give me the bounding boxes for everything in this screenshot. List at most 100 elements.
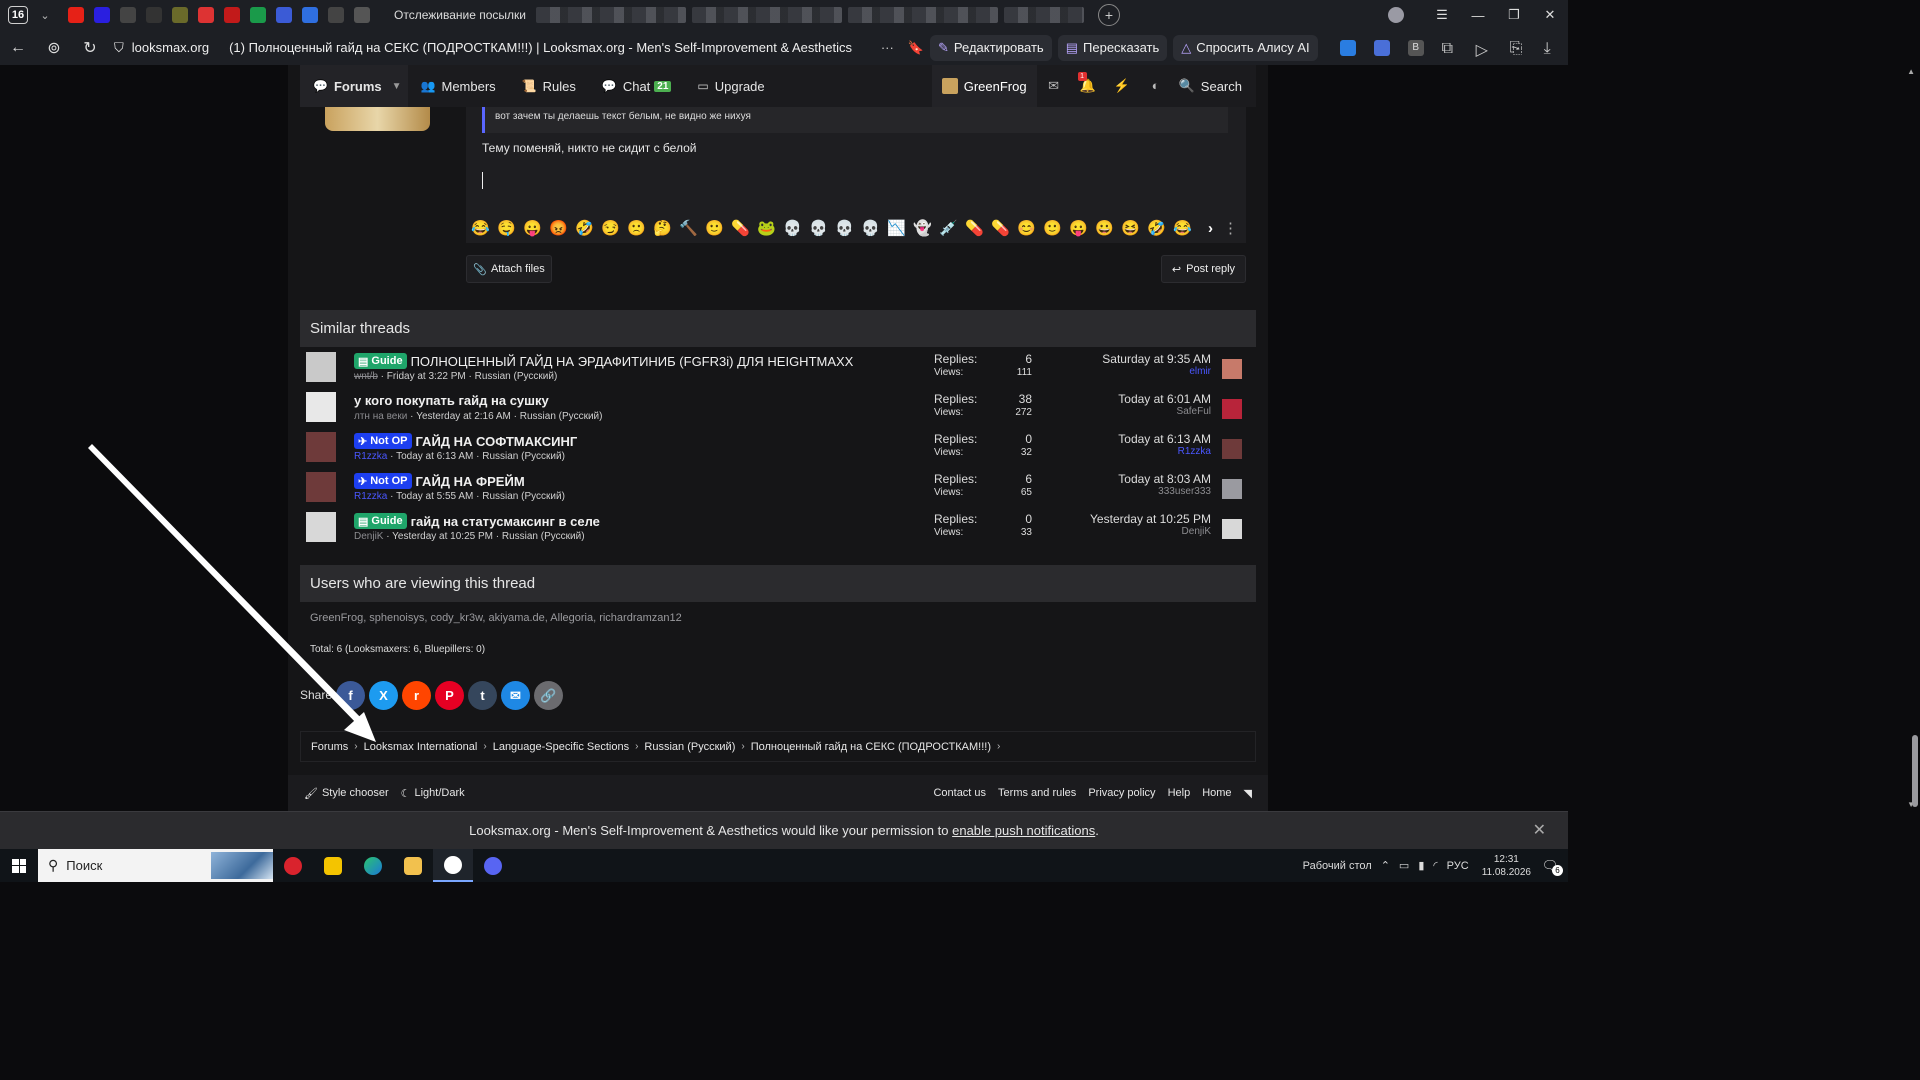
emoji-button[interactable]: 🤤 <box>497 219 516 237</box>
retell-button[interactable]: ▤ Пересказать <box>1057 34 1168 61</box>
emoji-button[interactable]: 🔨 <box>679 219 698 237</box>
emoji-button[interactable]: 😀 <box>1095 219 1114 237</box>
emoji-button[interactable]: 💀 <box>835 219 854 237</box>
avatar[interactable] <box>1222 359 1242 379</box>
tab-counter[interactable]: 16 <box>8 6 28 24</box>
start-button[interactable] <box>0 849 38 882</box>
tab-blurred[interactable] <box>1004 7 1084 23</box>
last-post-date[interactable]: Saturday at 9:35 AM <box>1102 352 1211 366</box>
emoji-button[interactable]: 🙂 <box>705 219 724 237</box>
tab-favicon[interactable] <box>94 7 110 23</box>
emoji-button[interactable]: 😆 <box>1121 219 1140 237</box>
thread-title-link[interactable]: ГАЙД НА СОФТМАКСИНГ <box>416 434 578 449</box>
thread-row[interactable]: у кого покупать гайд на сушку лтн на веки… <box>300 392 1256 432</box>
post-reply-button[interactable]: ↩ Post reply <box>1161 255 1246 283</box>
last-post-user[interactable]: elmir <box>1102 366 1211 377</box>
extension-icon[interactable] <box>1373 39 1390 56</box>
nav-rules[interactable]: 📜 Rules <box>509 65 589 107</box>
battery-icon[interactable]: ▮ <box>1418 859 1424 872</box>
emoji-button[interactable]: 💊 <box>965 219 984 237</box>
footer-link[interactable]: Contact us <box>933 787 986 799</box>
thread-title-link[interactable]: ГАЙД НА ФРЕЙМ <box>416 474 525 489</box>
emoji-button[interactable]: 🐸 <box>757 219 776 237</box>
chevron-down-icon[interactable]: ▼ <box>392 81 402 92</box>
thread-author-link[interactable]: R1zzka <box>354 451 387 462</box>
thread-title-link[interactable]: гайд на статусмаксинг в селе <box>411 514 600 529</box>
emoji-button[interactable]: 😂 <box>1173 219 1192 237</box>
media-icon[interactable]: ▷ <box>1476 40 1492 59</box>
last-post-date[interactable]: Yesterday at 10:25 PM <box>1090 512 1211 526</box>
emoji-button[interactable]: 🙂 <box>1043 219 1062 237</box>
avatar[interactable] <box>306 392 336 422</box>
avatar[interactable] <box>306 432 336 462</box>
avatar[interactable] <box>1222 439 1242 459</box>
thread-author-link[interactable]: лтн на веки <box>354 411 407 422</box>
close-icon[interactable]: ✕ <box>1533 812 1546 850</box>
emoji-button[interactable]: 😂 <box>471 219 490 237</box>
ask-alice-button[interactable]: △ Спросить Алису AI <box>1173 34 1318 61</box>
chevron-up-icon[interactable]: ⌃ <box>1381 859 1390 872</box>
last-post-user[interactable]: 333user333 <box>1118 486 1211 497</box>
thread-row[interactable]: ▤ Guide ПОЛНОЦЕННЫЙ ГАЙД НА ЭРДАФИТИНИБ (… <box>300 352 1256 392</box>
thread-date-forum[interactable]: · Friday at 3:22 PM · Russian (Русский) <box>378 371 558 382</box>
more-icon[interactable]: ··· <box>881 40 894 55</box>
nav-search[interactable]: 🔍 Search <box>1173 78 1256 94</box>
breadcrumb-item[interactable]: Полноценный гайд на СЕКС (ПОДРОСТКАМ!!!) <box>751 741 991 753</box>
footer-link[interactable]: Home <box>1202 787 1231 799</box>
chevron-right-icon[interactable]: › <box>1201 220 1220 237</box>
profile-icon[interactable] <box>1388 7 1404 23</box>
nav-members[interactable]: 👥 Members <box>408 65 509 107</box>
avatar[interactable] <box>306 472 336 502</box>
taskbar-app-discord[interactable] <box>473 849 513 882</box>
share-facebook-button[interactable]: f <box>336 681 365 710</box>
close-window-icon[interactable]: ✕ <box>1532 7 1568 23</box>
emoji-button[interactable]: 🤔 <box>653 219 672 237</box>
tab-tracking[interactable]: Отслеживание посылки <box>380 0 530 30</box>
light-dark-link[interactable]: ☾ Light/Dark <box>401 787 465 800</box>
page-scrollbar[interactable]: ▲ ▼ <box>1906 65 1918 811</box>
tab-favicon[interactable] <box>302 7 318 23</box>
notification-icon[interactable]: 🗨 6 <box>1540 858 1563 876</box>
emoji-button[interactable]: 😊 <box>1017 219 1036 237</box>
thread-date-forum[interactable]: · Today at 5:55 AM · Russian (Русский) <box>387 491 565 502</box>
thread-row[interactable]: ✈ Not OP ГАЙД НА СОФТМАКСИНГ R1zzka · Toda… <box>300 432 1256 472</box>
avatar[interactable] <box>1222 519 1242 539</box>
share-pinterest-button[interactable]: P <box>435 681 464 710</box>
tab-favicon[interactable] <box>120 7 136 23</box>
clock[interactable]: 12:31 11.08.2026 <box>1482 853 1531 879</box>
last-post-date[interactable]: Today at 8:03 AM <box>1118 472 1211 486</box>
monitor-icon[interactable]: ▭ <box>1399 859 1409 872</box>
last-post-user[interactable]: R1zzka <box>1118 446 1211 457</box>
rss-icon[interactable]: ◥ <box>1244 787 1252 800</box>
thread-prefix-badge[interactable]: ▤ Guide <box>354 353 407 369</box>
kebab-menu-icon[interactable]: ⋮ <box>1221 219 1240 237</box>
last-post-user[interactable]: SafeFul <box>1118 406 1211 417</box>
tab-blurred[interactable] <box>536 7 686 23</box>
wifi-icon[interactable]: ◜ <box>1433 859 1437 872</box>
thread-author-link[interactable]: R1zzka <box>354 491 387 502</box>
tab-favicon[interactable] <box>172 7 188 23</box>
scroll-up-icon[interactable]: ▲ <box>1907 67 1915 76</box>
emoji-button[interactable]: 😛 <box>1069 219 1088 237</box>
taskbar-app-yellow[interactable] <box>313 849 353 882</box>
style-chooser-link[interactable]: 🖌 Style chooser <box>304 787 389 800</box>
post-avatar[interactable] <box>325 107 430 131</box>
nav-account[interactable]: GreenFrog <box>931 65 1037 107</box>
thread-date-forum[interactable]: · Yesterday at 10:25 PM · Russian (Русск… <box>383 531 584 542</box>
footer-link[interactable]: Help <box>1168 787 1191 799</box>
collections-icon[interactable]: ⎘ <box>1510 40 1526 57</box>
thread-date-forum[interactable]: · Today at 6:13 AM · Russian (Русский) <box>387 451 565 462</box>
thread-title-link[interactable]: ПОЛНОЦЕННЫЙ ГАЙД НА ЭРДАФИТИНИБ (FGFR3i)… <box>411 354 854 369</box>
emoji-button[interactable]: 🤣 <box>575 219 594 237</box>
new-tab-button[interactable]: + <box>1098 4 1120 26</box>
tab-blurred[interactable] <box>848 7 998 23</box>
share-reddit-button[interactable]: r <box>402 681 431 710</box>
tab-favicon[interactable] <box>276 7 292 23</box>
emoji-button[interactable]: 🤣 <box>1147 219 1166 237</box>
share-link-button[interactable]: 🔗 <box>534 681 563 710</box>
last-post-date[interactable]: Today at 6:01 AM <box>1118 392 1211 406</box>
breadcrumb-item[interactable]: Language-Specific Sections <box>493 741 629 753</box>
taskbar-app-video[interactable] <box>273 849 313 882</box>
emoji-button[interactable]: 😡 <box>549 219 568 237</box>
edit-button[interactable]: ✎ Редактировать <box>930 34 1052 61</box>
